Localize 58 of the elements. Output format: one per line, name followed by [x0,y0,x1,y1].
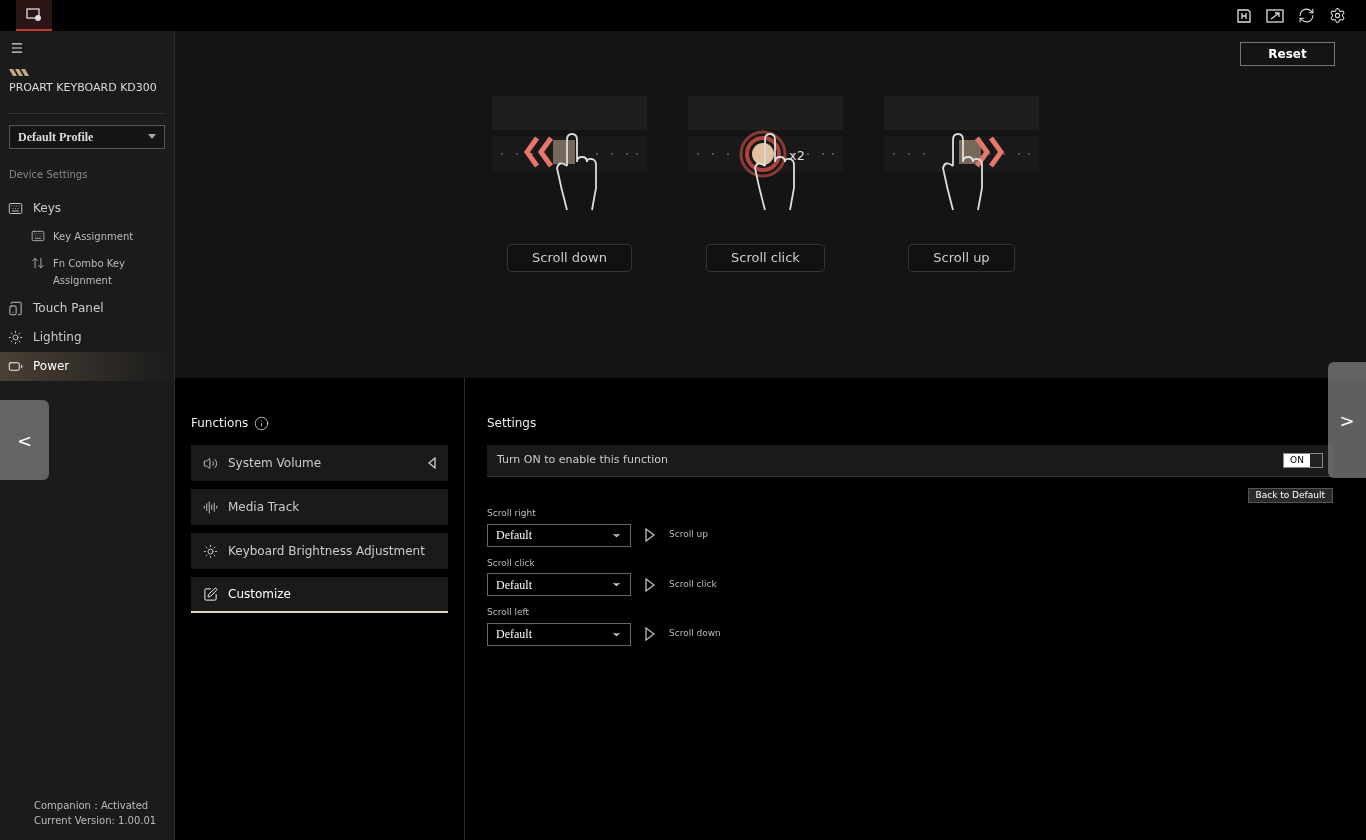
square-h-icon[interactable] [1236,7,1252,24]
nav-subitem[interactable]: Key Assignment [0,222,174,250]
previous-arrow-button[interactable]: < [0,400,49,480]
function-item[interactable]: Keyboard Brightness Adjustment [191,533,448,569]
stripes-logo-icon [9,69,31,76]
mapping-result: Scroll down [669,627,721,641]
status-text: Current Version: 1.00.01 [34,814,158,828]
nav-item[interactable]: Touch Panel [0,293,174,323]
next-arrow-button[interactable]: > [1328,362,1366,478]
resize-screen-icon[interactable] [1266,7,1284,24]
settings-title: Settings [487,415,538,432]
play-outline-icon [645,528,655,542]
pencil-square-icon [203,586,218,602]
section-label: Device Settings [8,167,89,182]
play-outline-icon [645,627,655,641]
profile-dropdown[interactable]: Default Profile [9,124,165,149]
function-item[interactable]: Media Track [191,489,448,525]
arrows-icon [31,255,45,270]
speaker-icon [203,455,218,471]
app-tab[interactable] [16,0,52,31]
triangle-pointer-icon [428,457,436,469]
tablet-icon [8,300,23,316]
keyboard-icon [8,200,23,216]
mapping-label: Scroll click [487,556,536,570]
dropdown-arrow-icon [148,134,156,139]
sun-icon [8,329,23,345]
function-item[interactable]: Customize [191,577,448,613]
mapping-label: Scroll right [487,507,537,520]
gesture-label: Scroll click [706,244,825,272]
mapping-label: Scroll left [487,606,531,619]
action-dropdown[interactable]: Default [487,622,631,646]
touch-gesture-drawing: x2 [683,96,848,216]
mapping-result: Scroll up [669,528,708,542]
functions-title: Functions [191,415,249,432]
back-to-default-button[interactable]: Back to Default [1247,488,1333,503]
sync-icon[interactable] [1298,7,1315,24]
keyboard-icon [31,228,45,243]
gesture-label: Scroll up [908,244,1015,272]
status-text: Companion：Activated [34,799,150,813]
nav-item[interactable]: Keys [0,193,174,223]
toggle-label: Turn ON to enable this function [497,452,669,469]
action-dropdown[interactable]: Default [487,523,631,547]
settings-icon[interactable] [1329,7,1346,24]
action-dropdown[interactable]: Default [487,573,631,596]
sun-icon [203,543,218,559]
info-icon[interactable] [254,415,270,431]
on-off-switch[interactable]: ON [1283,453,1323,468]
menu-icon[interactable] [10,41,24,55]
play-outline-icon [645,577,655,592]
nav-item[interactable]: Lighting [0,322,174,352]
monitor-icon [26,7,42,22]
nav-subitem[interactable]: Fn Combo Key Assignment [0,249,174,294]
gesture-label: Scroll down [507,244,632,272]
function-item[interactable]: System Volume [191,445,448,481]
mapping-result: Scroll click [669,577,717,591]
device-name: PROART KEYBOARD KD300 [8,80,158,96]
sound-bars-icon [203,499,218,515]
reset-button[interactable]: Reset [1240,42,1335,66]
